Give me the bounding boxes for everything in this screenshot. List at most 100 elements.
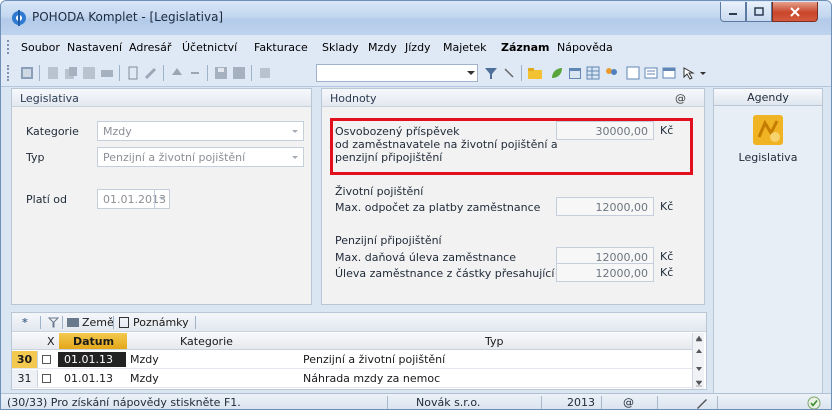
row-number: 30 <box>12 351 38 368</box>
filter-icon[interactable] <box>48 317 59 328</box>
restore-icon <box>754 6 764 16</box>
typ-value: Penzijní a životní pojištění <box>103 151 246 164</box>
penzijni-amount2-field[interactable]: 12000,00 <box>556 263 654 282</box>
save-icon[interactable] <box>213 65 229 81</box>
filter-icon[interactable] <box>483 65 499 81</box>
print-icon[interactable] <box>99 65 115 81</box>
grid-icon <box>67 318 79 327</box>
window-title: POHODA Komplet - [Legislativa] <box>32 10 224 24</box>
menu-soubor[interactable]: Soubor <box>21 41 60 54</box>
typ-combo[interactable]: Penzijní a životní pojištění <box>97 147 304 167</box>
tab-all[interactable]: * <box>22 316 28 329</box>
kategorie-label: Kategorie <box>26 125 79 138</box>
title-bar[interactable]: POHODA Komplet - [Legislativa] <box>1 1 831 35</box>
menu-ucetnictvi[interactable]: Účetnictví <box>182 41 237 54</box>
status-separator <box>717 396 718 409</box>
currency-unit: Kč <box>660 200 674 213</box>
panel-header: Legislativa <box>12 89 311 107</box>
menu-mzdy[interactable]: Mzdy <box>368 41 397 54</box>
toolbar-separator <box>521 65 522 81</box>
menu-zaznam[interactable]: Záznam <box>501 41 550 54</box>
currency-unit: Kč <box>660 250 674 263</box>
menu-nastaveni[interactable]: Nastavení <box>67 41 122 54</box>
menu-adresar[interactable]: Adresář <box>129 41 171 54</box>
list-icon[interactable] <box>643 65 659 81</box>
close-icon <box>790 6 800 17</box>
tab-separator <box>195 316 196 329</box>
menu-napoveda[interactable]: Nápověda <box>557 41 613 54</box>
zivotni-amount-field[interactable]: 12000,00 <box>556 197 654 216</box>
minimize-icon <box>729 12 737 15</box>
duplicate-icon[interactable] <box>257 65 273 81</box>
legislativa-agenda-icon[interactable] <box>751 113 785 147</box>
menu-bar: Soubor Nastavení Adresář Účetnictví Fakt… <box>1 35 831 59</box>
help-icon[interactable] <box>681 65 697 81</box>
move-down-icon[interactable] <box>187 65 203 81</box>
tab-zeme[interactable]: Země <box>82 316 114 329</box>
edit-icon[interactable] <box>143 65 159 81</box>
status-separator <box>657 396 658 409</box>
column-header-x[interactable]: X <box>47 335 55 348</box>
at-icon[interactable]: @ <box>675 92 686 105</box>
menubar-grip[interactable] <box>7 40 10 54</box>
chevron-down-icon[interactable] <box>700 72 706 75</box>
clear-filter-icon[interactable] <box>501 65 517 81</box>
table-row[interactable]: 31 01.01.13 Mzdy Náhrada mzdy za nemoc <box>12 370 692 388</box>
plati-od-date-field[interactable]: 01.01.2013 <box>97 189 170 209</box>
agendy-header: Agendy <box>714 89 822 106</box>
row-number: 31 <box>12 370 38 387</box>
copy-icon[interactable] <box>63 65 79 81</box>
penzijni-heading: Penzijní připojištění <box>335 234 442 247</box>
grid-tab-bar: * Země Poznámky <box>12 313 706 332</box>
toolbar-combo[interactable] <box>316 64 478 82</box>
date-picker-button[interactable] <box>154 190 169 208</box>
tab-poznamky[interactable]: Poznámky <box>133 316 189 329</box>
row-checkbox[interactable] <box>42 374 51 383</box>
column-header-datum[interactable]: Datum <box>73 335 114 348</box>
calendar-icon[interactable] <box>567 65 583 81</box>
users-icon[interactable] <box>603 65 619 81</box>
toolbar-grip[interactable] <box>7 65 10 81</box>
records-grid: * Země Poznámky X Datum Kategorie Typ 30… <box>11 312 707 390</box>
leaf-icon[interactable] <box>549 65 565 81</box>
menu-sklady[interactable]: Sklady <box>322 41 359 54</box>
chevron-down-icon <box>292 156 298 159</box>
book-icon[interactable] <box>19 65 35 81</box>
toolbar <box>1 59 831 87</box>
menu-jizdy[interactable]: Jízdy <box>405 41 431 54</box>
agendy-sidebar: Agendy Legislativa <box>713 88 823 401</box>
note-icon[interactable] <box>625 65 641 81</box>
tab-separator <box>40 316 41 329</box>
cell-kategorie: Mzdy <box>130 353 159 366</box>
kategorie-combo[interactable]: Mzdy <box>97 121 304 141</box>
document-icon[interactable] <box>125 65 141 81</box>
menu-majetek[interactable]: Majetek <box>443 41 487 54</box>
typ-label: Typ <box>26 151 45 164</box>
folder-icon[interactable] <box>527 65 543 81</box>
note-icon <box>119 317 129 328</box>
cell-kategorie: Mzdy <box>130 372 159 385</box>
maximize-button[interactable] <box>746 2 772 22</box>
save-as-icon[interactable] <box>231 65 247 81</box>
pen-icon[interactable] <box>695 396 709 410</box>
move-up-icon[interactable] <box>169 65 185 81</box>
column-header-kategorie[interactable]: Kategorie <box>180 335 233 348</box>
row-checkbox[interactable] <box>42 355 51 364</box>
window-icon[interactable] <box>661 65 677 81</box>
table-row[interactable]: 30 01.01.13 Mzdy Penzijní a životní poji… <box>12 351 692 369</box>
menu-fakturace[interactable]: Fakturace <box>254 41 308 54</box>
preview-icon[interactable] <box>81 65 97 81</box>
grid-header: X Datum Kategorie Typ <box>12 333 692 350</box>
checkmark-icon[interactable] <box>807 396 821 410</box>
scroll-arrows-icon <box>695 335 703 387</box>
close-button[interactable] <box>772 2 818 22</box>
column-header-typ[interactable]: Typ <box>485 335 504 348</box>
cell-datum: 01.01.13 <box>58 352 126 367</box>
table-icon[interactable] <box>585 65 601 81</box>
status-at-icon[interactable]: @ <box>623 396 634 409</box>
new-record-icon[interactable] <box>45 65 61 81</box>
minimize-button[interactable] <box>720 2 746 22</box>
legislativa-agenda-label[interactable]: Legislativa <box>714 151 822 164</box>
vertical-scrollbar[interactable] <box>692 333 704 389</box>
toolbar-separator <box>207 65 208 81</box>
